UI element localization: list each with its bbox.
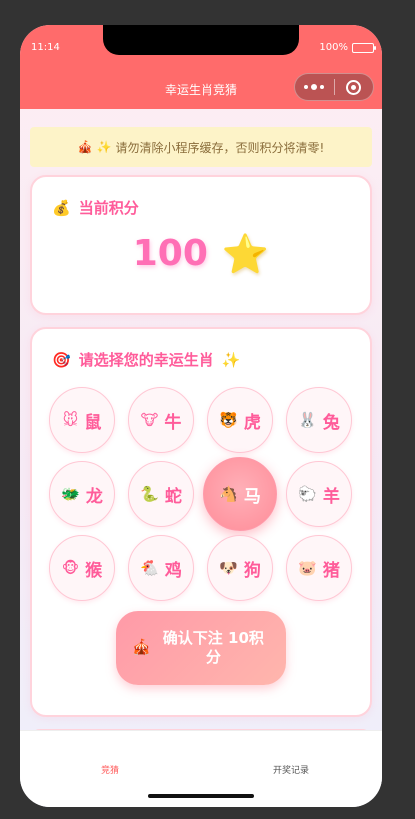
zodiac-option-dog[interactable]: 🐶 狗	[207, 535, 273, 601]
battery-percent: 100%	[319, 42, 348, 53]
horse-icon: 🐴	[219, 485, 238, 503]
monkey-icon: 🐵	[61, 559, 80, 577]
zodiac-label: 鼠	[84, 412, 102, 433]
zodiac-option-tiger[interactable]: 🐯 虎	[207, 387, 273, 453]
zodiac-option-monkey[interactable]: 🐵 猴	[49, 535, 115, 601]
select-title-label: 请选择您的幸运生肖	[78, 351, 214, 369]
confirm-bet-label: 确认下注 10积分	[162, 628, 264, 667]
goat-icon: 🐑	[298, 485, 317, 503]
select-card-title: 🎯 请选择您的幸运生肖 ✨	[52, 349, 240, 370]
money-bag-icon: 💰	[52, 198, 71, 217]
snake-icon: 🐍	[140, 485, 159, 503]
points-card: 💰 当前积分 100 ⭐	[30, 175, 372, 315]
zodiac-label: 鸡	[164, 560, 182, 581]
cache-notice: 🎪 ✨ 请勿清除小程序缓存，否则积分将清零!	[30, 127, 372, 167]
sparkles-icon: ✨	[96, 140, 112, 154]
points-card-title: 💰 当前积分	[52, 197, 139, 218]
zodiac-select-card: 🎯 请选择您的幸运生肖 ✨ 🐭 鼠 🐮 牛 🐯 虎 🐰 兔 🐲 龙 🐍 蛇 🐴 马 🐑 羊 🐵 猴…	[30, 327, 372, 717]
zodiac-label: 马	[243, 486, 261, 507]
rabbit-icon: 🐰	[298, 411, 317, 429]
device-notch	[103, 25, 299, 55]
status-right: 100%	[319, 42, 376, 53]
zodiac-option-ox[interactable]: 🐮 牛	[128, 387, 194, 453]
home-indicator	[148, 794, 254, 798]
circus-tent-icon: 🎪	[132, 638, 151, 657]
circus-tent-icon: 🎪	[77, 140, 93, 154]
target-icon: 🎯	[52, 350, 71, 369]
points-title-label: 当前积分	[78, 199, 139, 217]
confirm-bet-button[interactable]: 🎪 确认下注 10积分	[116, 611, 286, 685]
rooster-icon: 🐔	[140, 559, 159, 577]
points-row: 100 ⭐	[32, 233, 370, 274]
navigation-bar: 幸运生肖竞猜	[20, 69, 382, 109]
zodiac-label: 虎	[243, 412, 261, 433]
main-content: 🎪 ✨ 请勿清除小程序缓存，否则积分将清零! 💰 当前积分 100 ⭐ 🎯 请选…	[20, 109, 382, 749]
dog-icon: 🐶	[219, 559, 238, 577]
battery-icon	[352, 42, 376, 53]
zodiac-label: 狗	[243, 560, 261, 581]
status-time: 11:14	[31, 42, 60, 53]
rat-icon: 🐭	[62, 411, 79, 429]
miniprogram-capsule	[294, 73, 374, 101]
pig-icon: 🐷	[298, 559, 317, 577]
sparkles-icon: ✨	[221, 350, 241, 369]
close-target-icon[interactable]	[334, 74, 373, 100]
tab-draw-records[interactable]: 开奖记录	[231, 763, 351, 776]
zodiac-grid: 🐭 鼠 🐮 牛 🐯 虎 🐰 兔 🐲 龙 🐍 蛇 🐴 马 🐑 羊 🐵 猴 🐔 鸡 🐶 狗 🐷 猪	[49, 387, 355, 601]
star-icon: ⭐	[221, 231, 270, 276]
zodiac-option-horse-selected[interactable]: 🐴 马	[203, 457, 277, 531]
zodiac-option-snake[interactable]: 🐍 蛇	[128, 461, 194, 527]
zodiac-label: 羊	[322, 486, 340, 507]
zodiac-label: 兔	[322, 412, 340, 433]
zodiac-option-rabbit[interactable]: 🐰 兔	[286, 387, 352, 453]
zodiac-option-rooster[interactable]: 🐔 鸡	[128, 535, 194, 601]
zodiac-option-rat[interactable]: 🐭 鼠	[49, 387, 115, 453]
zodiac-label: 蛇	[164, 486, 182, 507]
zodiac-label: 猴	[85, 560, 103, 581]
zodiac-option-goat[interactable]: 🐑 羊	[286, 461, 352, 527]
more-dots-icon[interactable]	[295, 74, 334, 100]
points-value: 100	[132, 233, 208, 274]
notice-text: 请勿清除小程序缓存，否则积分将清零!	[115, 140, 325, 155]
ox-icon: 🐮	[140, 411, 159, 429]
tiger-icon: 🐯	[219, 411, 238, 429]
tab-guess[interactable]: 竞猜	[50, 763, 170, 776]
zodiac-label: 牛	[164, 412, 182, 433]
zodiac-option-pig[interactable]: 🐷 猪	[286, 535, 352, 601]
dragon-icon: 🐲	[61, 485, 80, 503]
zodiac-label: 龙	[85, 486, 103, 507]
zodiac-option-dragon[interactable]: 🐲 龙	[49, 461, 115, 527]
phone-frame: 11:14 100% 幸运生肖竞猜 🎪 ✨ 请勿清除小程序缓存，否则积分将清零!…	[20, 25, 382, 807]
zodiac-label: 猪	[322, 560, 340, 581]
